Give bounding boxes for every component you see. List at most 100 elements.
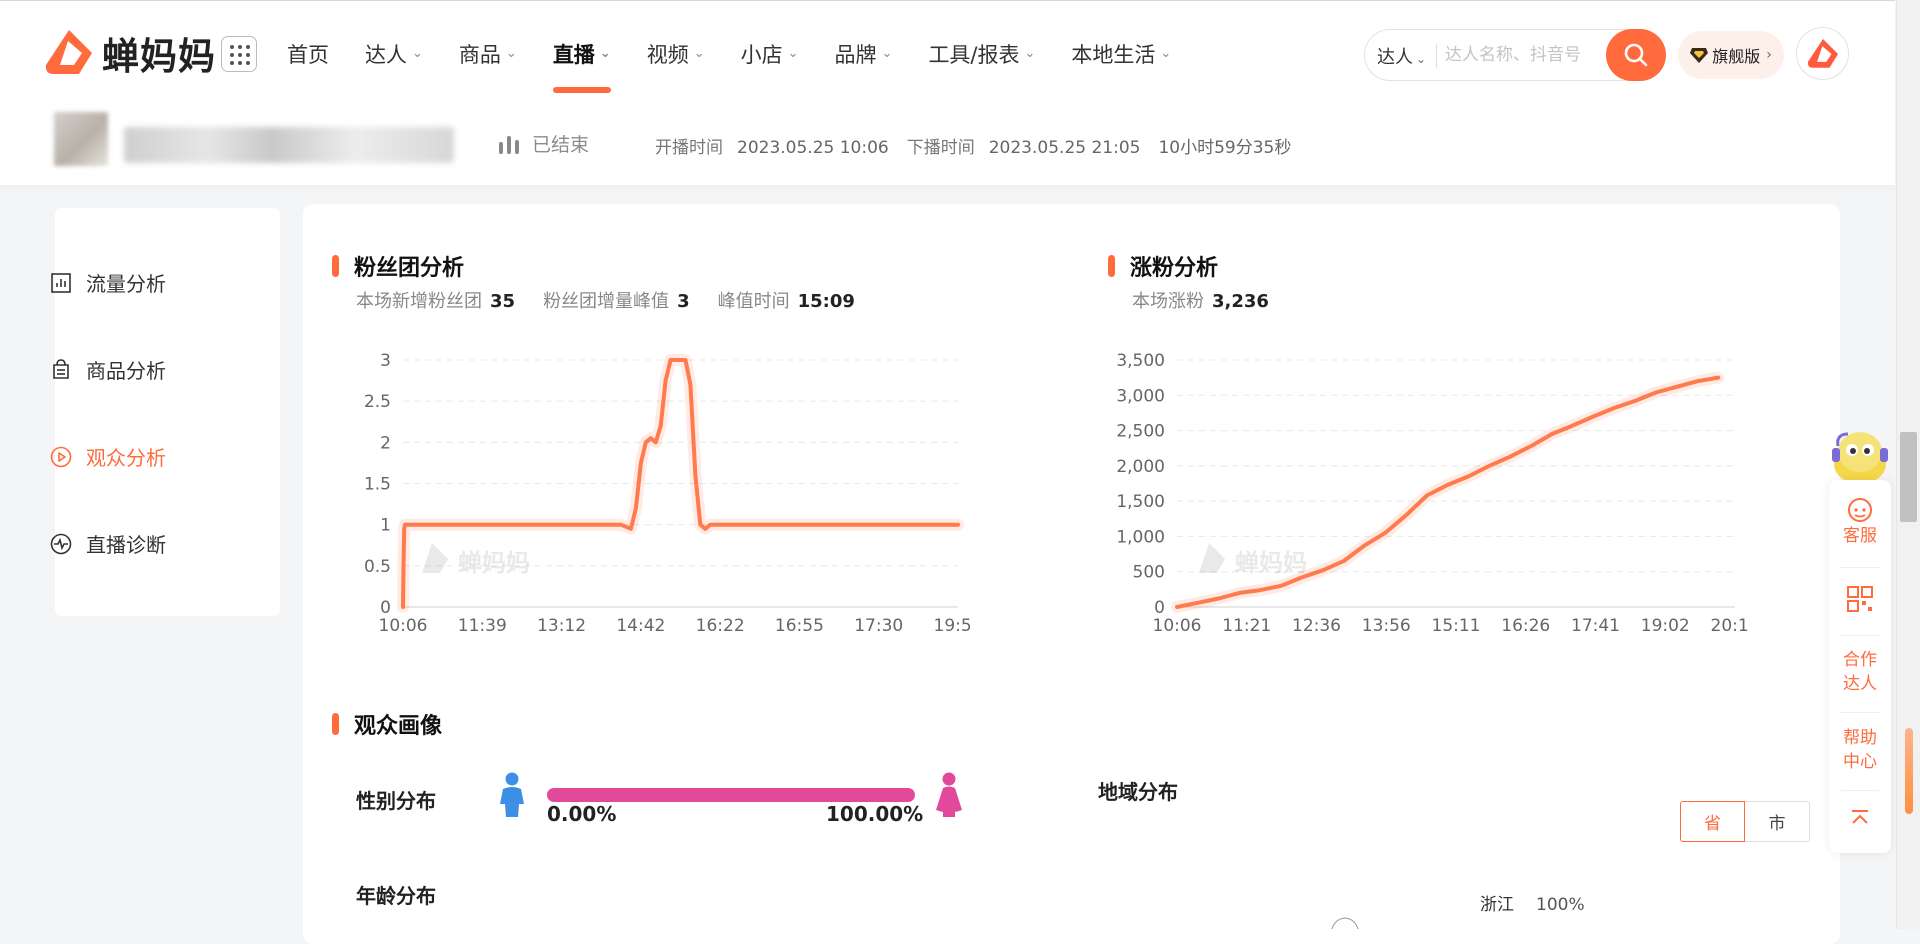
nav-item-video[interactable]: 视频 ⌄ xyxy=(647,39,705,69)
fans-club-stats: 本场新增粉丝团 35 粉丝团增量峰值 3 峰值时间 15:09 xyxy=(356,291,855,312)
y-tick-label: 2,500 xyxy=(1116,422,1165,442)
y-tick-label: 1,000 xyxy=(1116,527,1165,547)
new-fans-club-count: 35 xyxy=(490,291,516,312)
female-icon xyxy=(936,772,962,817)
audience-profile-title: 观众画像 xyxy=(332,708,442,740)
side-item-audience[interactable]: 观众分析 xyxy=(50,442,166,471)
nav-item-product[interactable]: 商品 ⌄ xyxy=(459,39,517,69)
x-tick-label: 17:30 xyxy=(854,616,903,636)
nav-item-brand[interactable]: 品牌 ⌄ xyxy=(835,39,893,69)
nav-item-tools[interactable]: 工具/报表 ⌄ xyxy=(928,39,1035,69)
side-progress-indicator xyxy=(1905,728,1913,814)
x-tick-label: 16:26 xyxy=(1501,616,1550,636)
nav-item-home[interactable]: 首页 xyxy=(287,39,329,69)
chevron-right-icon: › xyxy=(1766,47,1772,63)
watermark-text: 蝉妈妈 xyxy=(458,549,530,577)
brand-logo[interactable]: 蝉妈妈 xyxy=(42,27,216,79)
x-tick-label: 19:02 xyxy=(1641,616,1690,636)
start-time-label: 开播时间 xyxy=(655,138,723,158)
bar-chart-icon xyxy=(499,135,519,154)
x-tick-label: 11:39 xyxy=(458,616,507,636)
streamer-name-blurred[interactable] xyxy=(124,127,454,163)
back-to-top-button[interactable] xyxy=(1829,808,1891,828)
region-tab-province[interactable]: 省 xyxy=(1680,801,1745,842)
search-input[interactable] xyxy=(1443,40,1618,70)
x-tick-label: 16:22 xyxy=(696,616,745,636)
scrollbar-thumb[interactable] xyxy=(1900,432,1917,522)
search-type-select[interactable]: 达人 ⌄ xyxy=(1377,43,1426,69)
region-percentage: 100% xyxy=(1536,895,1585,915)
vip-button[interactable]: 旗舰版 › xyxy=(1678,31,1784,79)
y-tick-label: 500 xyxy=(1133,563,1165,583)
chevron-down-icon: ⌄ xyxy=(1160,46,1172,61)
divider xyxy=(1841,567,1879,568)
chevron-down-icon: ⌄ xyxy=(599,46,611,61)
fans-club-chart[interactable]: 0 0.5 1 1.5 2 2.5 3 10:06 11:39 13:12 14:42 16:22 16… xyxy=(350,340,983,645)
region-tab-city[interactable]: 市 xyxy=(1745,801,1810,842)
x-tick-label: 12:36 xyxy=(1292,616,1341,636)
fans-club-peak-time: 15:09 xyxy=(797,291,855,312)
watermark-text: 蝉妈妈 xyxy=(1235,549,1307,577)
watermark-logo-icon xyxy=(422,543,448,573)
brand-name: 蝉妈妈 xyxy=(102,35,216,78)
chevron-down-icon: ⌄ xyxy=(881,46,893,61)
search-button[interactable] xyxy=(1606,29,1666,81)
side-item-goods[interactable]: 商品分析 xyxy=(50,355,166,384)
y-tick-label: 3,500 xyxy=(1116,351,1165,371)
end-time-value: 2023.05.25 21:05 xyxy=(988,138,1141,158)
nav-item-live[interactable]: 直播 ⌄ xyxy=(552,39,611,93)
x-tick-label: 10:06 xyxy=(379,616,428,636)
main-nav: 首页 达人 ⌄ 商品 ⌄ 直播 ⌄ 视频 ⌄ 小店 ⌄ 品牌 ⌄ 工具/报表 ⌄ 本地生活 ⌄ xyxy=(287,1,1207,106)
chevron-down-icon: ⌄ xyxy=(1024,46,1036,61)
follower-chart[interactable]: 0 500 1,000 1,500 2,000 2,500 3,000 3,500 10:06 1… xyxy=(1110,340,1759,645)
follower-line-chart[interactable]: 0 500 1,000 1,500 2,000 2,500 3,000 3,500 10:06 1… xyxy=(1110,340,1759,645)
y-tick-label: 1.5 xyxy=(364,475,391,495)
chevron-down-icon: ⌄ xyxy=(505,46,517,61)
x-tick-label: 19:55 xyxy=(934,616,971,636)
watermark: 蝉妈妈 xyxy=(422,543,530,577)
headset-icon xyxy=(1848,498,1872,522)
side-item-traffic[interactable]: 流量分析 xyxy=(50,268,166,297)
x-tick-label: 14:42 xyxy=(616,616,665,636)
live-time-info: 开播时间 2023.05.25 10:06 下播时间 2023.05.25 21:05… xyxy=(655,133,1309,158)
x-tick-label: 13:56 xyxy=(1362,616,1411,636)
mascot-icon[interactable] xyxy=(1826,426,1894,486)
start-time-value: 2023.05.25 10:06 xyxy=(737,138,889,158)
help-center-button[interactable]: 帮助 中心 xyxy=(1829,726,1891,774)
divider xyxy=(1436,44,1437,68)
cooperation-influencer-button[interactable]: 合作 达人 xyxy=(1829,648,1891,696)
x-tick-label: 20:17 xyxy=(1711,616,1751,636)
qr-code-button[interactable] xyxy=(1829,585,1891,613)
age-distribution-label: 年龄分布 xyxy=(356,884,436,908)
x-tick-label: 15:11 xyxy=(1432,616,1481,636)
user-avatar[interactable] xyxy=(1796,27,1849,80)
y-tick-label: 0.5 xyxy=(364,557,391,577)
follower-gain-value: 3,236 xyxy=(1212,291,1269,312)
x-tick-label: 10:06 xyxy=(1153,616,1202,636)
female-percentage: 100.00% xyxy=(826,802,924,826)
pulse-icon xyxy=(50,533,72,554)
male-percentage: 0.00% xyxy=(547,802,617,826)
nav-item-local[interactable]: 本地生活 ⌄ xyxy=(1071,39,1171,69)
gender-bar[interactable] xyxy=(547,788,915,802)
nav-item-influencer[interactable]: 达人 ⌄ xyxy=(365,39,423,69)
goods-icon xyxy=(53,358,69,379)
y-tick-label: 2 xyxy=(380,433,391,453)
follower-growth-title: 涨粉分析 xyxy=(1108,250,1218,282)
region-distribution-label: 地域分布 xyxy=(1098,780,1178,804)
y-tick-label: 0 xyxy=(380,598,391,618)
y-tick-label: 2.5 xyxy=(364,392,391,412)
customer-service-button[interactable]: 客服 xyxy=(1829,496,1891,548)
chevron-down-icon: ⌄ xyxy=(412,46,423,61)
streamer-avatar[interactable] xyxy=(54,112,108,166)
duration-value: 10小时59分35秒 xyxy=(1158,138,1292,158)
apps-grid-icon[interactable] xyxy=(221,36,257,72)
search-icon xyxy=(1624,43,1648,67)
nav-item-shop[interactable]: 小店 ⌄ xyxy=(741,39,799,69)
gender-distribution-label: 性别分布 xyxy=(356,789,436,813)
live-status: 已结束 xyxy=(498,130,589,157)
fans-club-line-chart[interactable]: 0 0.5 1 1.5 2 2.5 3 10:06 11:39 13:12 14:42 16:22 16… xyxy=(350,340,983,645)
fans-club-peak-value: 3 xyxy=(677,291,690,312)
chevron-down-icon: ⌄ xyxy=(693,46,705,61)
side-item-diagnosis[interactable]: 直播诊断 xyxy=(50,529,166,558)
